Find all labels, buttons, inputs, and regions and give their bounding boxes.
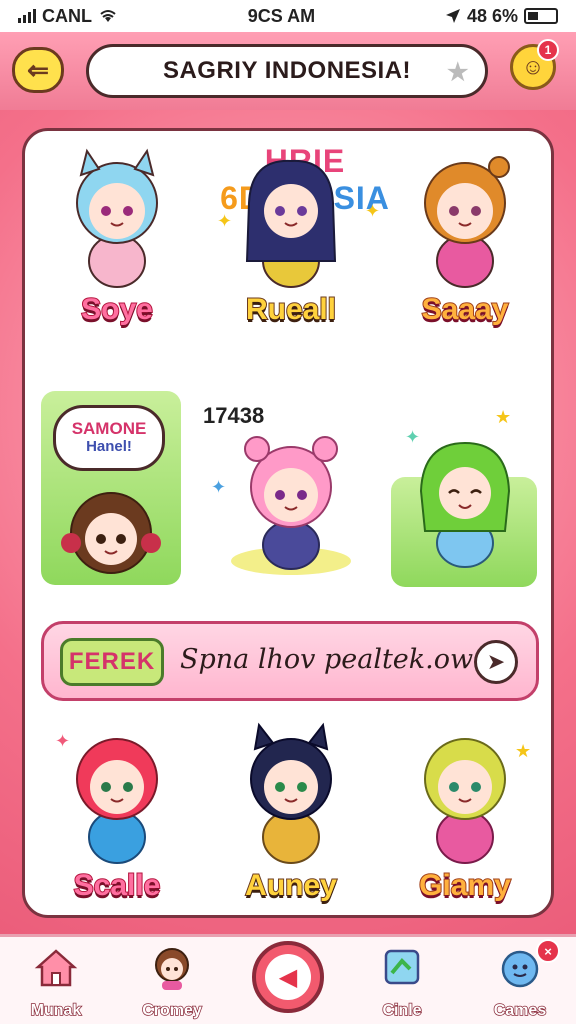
status-time: 9CS AM <box>247 5 316 26</box>
promo-banner[interactable]: FEREK Spna lhov pealtek.ow ➤ <box>41 621 539 701</box>
speech-line-2: Hanel! <box>86 438 132 456</box>
character-portrait <box>250 722 332 864</box>
back-button[interactable]: ⇐ <box>12 47 64 93</box>
character-portrait <box>231 436 351 575</box>
sparkle-icon: ✦ <box>217 211 233 231</box>
sparkle-icon: ✦ <box>55 731 71 751</box>
sparkle-icon: ✦ <box>365 201 381 221</box>
nav-label: Munak <box>30 1001 82 1020</box>
character-portrait <box>61 492 161 574</box>
character-name: Giamy <box>418 868 512 903</box>
character-portrait <box>76 148 158 288</box>
nav-item-home[interactable]: Munak <box>8 943 104 1023</box>
sparkle-icon: ✦ <box>405 427 421 447</box>
sparkle-icon: ✦ <box>211 477 227 497</box>
status-right: 48 6% <box>445 6 558 27</box>
character-card-pink[interactable] <box>211 427 371 587</box>
nav-item-games[interactable]: × Cames <box>472 939 568 1023</box>
house-icon <box>34 949 78 987</box>
status-bar: CANL 9CS AM 48 6% <box>0 0 576 32</box>
character-name: Scalle <box>73 868 162 903</box>
nav-item-profile[interactable]: Cromey <box>124 943 220 1023</box>
location-icon <box>445 9 460 23</box>
title-pill: SAGRIY INDONESIA! ★ <box>86 44 488 98</box>
wifi-icon <box>100 10 116 22</box>
character-name: Saaay <box>421 292 510 327</box>
sparkle-icon: ★ <box>495 407 512 427</box>
character-portrait <box>76 738 158 864</box>
tablet-icon <box>384 949 420 985</box>
nav-item-cinle[interactable]: Cinle <box>354 943 450 1023</box>
carrier-label: CANL <box>42 5 92 26</box>
speech-tile[interactable]: SAMONE Hanel! <box>41 391 181 585</box>
character-portrait <box>424 156 510 288</box>
bottom-nav: Munak Cromey ◀ Cinle × Cames <box>0 934 576 1024</box>
nav-label: Cames <box>493 1001 547 1020</box>
chevron-right-icon[interactable]: ➤ <box>474 640 518 684</box>
character-card-soye[interactable]: Soye <box>37 141 197 341</box>
banner-text: Spna lhov pealtek.ow <box>180 644 474 675</box>
character-card-rueall[interactable]: Rueall <box>211 141 371 341</box>
character-name: Soye <box>80 292 154 327</box>
signal-icon <box>18 9 36 23</box>
back-arrow-icon: ⇐ <box>27 54 49 85</box>
emoji-button[interactable]: ☺ 1 <box>510 39 559 90</box>
character-card-auney[interactable]: Auney <box>211 717 371 917</box>
page-title: SAGRIY INDONESIA! <box>162 57 412 84</box>
games-badge: × <box>536 939 560 963</box>
character-name: Auney <box>244 868 338 903</box>
gallery-card: HRIE 6DEANSIA Soye Rueall <box>22 128 554 918</box>
star-icon[interactable]: ★ <box>447 58 469 87</box>
character-name: Rueall <box>245 292 337 327</box>
notification-badge: 1 <box>537 39 559 61</box>
speech-line-1: SAMONE <box>71 419 147 439</box>
speech-bubble: SAMONE Hanel! <box>53 405 165 471</box>
status-left: CANL <box>18 6 118 27</box>
sparkle-icon: ★ <box>515 741 532 761</box>
battery-icon <box>523 8 558 24</box>
character-portrait <box>419 441 511 568</box>
avatar-icon <box>155 948 189 990</box>
share-button[interactable]: ◀ <box>252 941 324 1013</box>
nav-label: Cinle <box>382 1001 423 1020</box>
send-icon: ◀ <box>265 954 311 1000</box>
app-header: ⇐ SAGRIY INDONESIA! ★ ☺ 1 <box>0 32 576 110</box>
banner-badge: FEREK <box>60 638 164 686</box>
battery-percent: 48 6% <box>466 5 518 26</box>
nav-label: Cromey <box>141 1001 202 1020</box>
character-portrait <box>245 159 337 288</box>
count-label: 17438 <box>203 403 265 428</box>
character-portrait <box>424 738 506 864</box>
character-card-saaay[interactable]: Saaay <box>385 141 545 341</box>
